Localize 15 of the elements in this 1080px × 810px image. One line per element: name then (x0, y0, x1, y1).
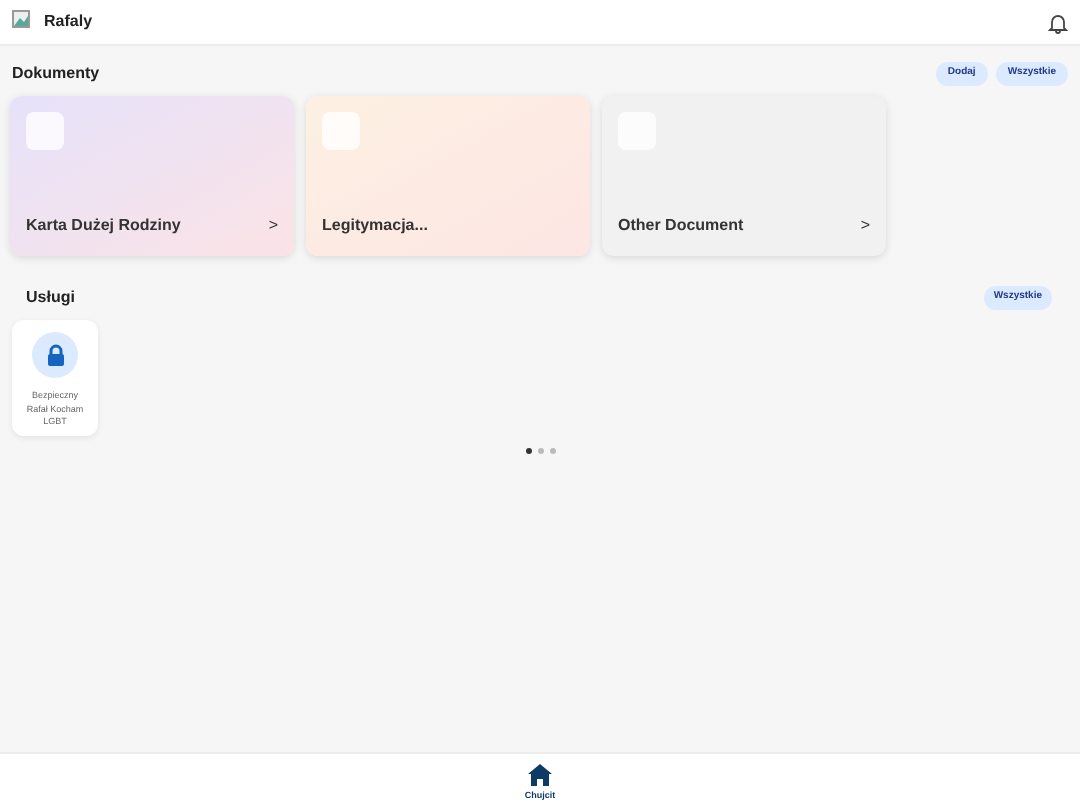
chevron-icon: > (860, 214, 870, 238)
document-card[interactable]: Other Document > (602, 96, 886, 256)
card-title: Other Document (618, 214, 744, 238)
section-title: Usługi (26, 286, 75, 310)
broken-image-icon (12, 10, 32, 34)
home-icon (528, 764, 552, 786)
card-title: Legitymacja... (322, 214, 428, 238)
document-card[interactable]: Legitymacja... (306, 96, 590, 256)
chevron-icon: > (268, 214, 278, 238)
card-title: Karta Dużej Rodziny (26, 214, 181, 238)
notification-bell-icon[interactable] (1048, 11, 1068, 33)
lock-icon (32, 332, 78, 378)
document-card[interactable]: Karta Dużej Rodziny > (10, 96, 294, 256)
section-title: Dokumenty (12, 62, 100, 86)
app-title: Rafaly (44, 10, 93, 34)
